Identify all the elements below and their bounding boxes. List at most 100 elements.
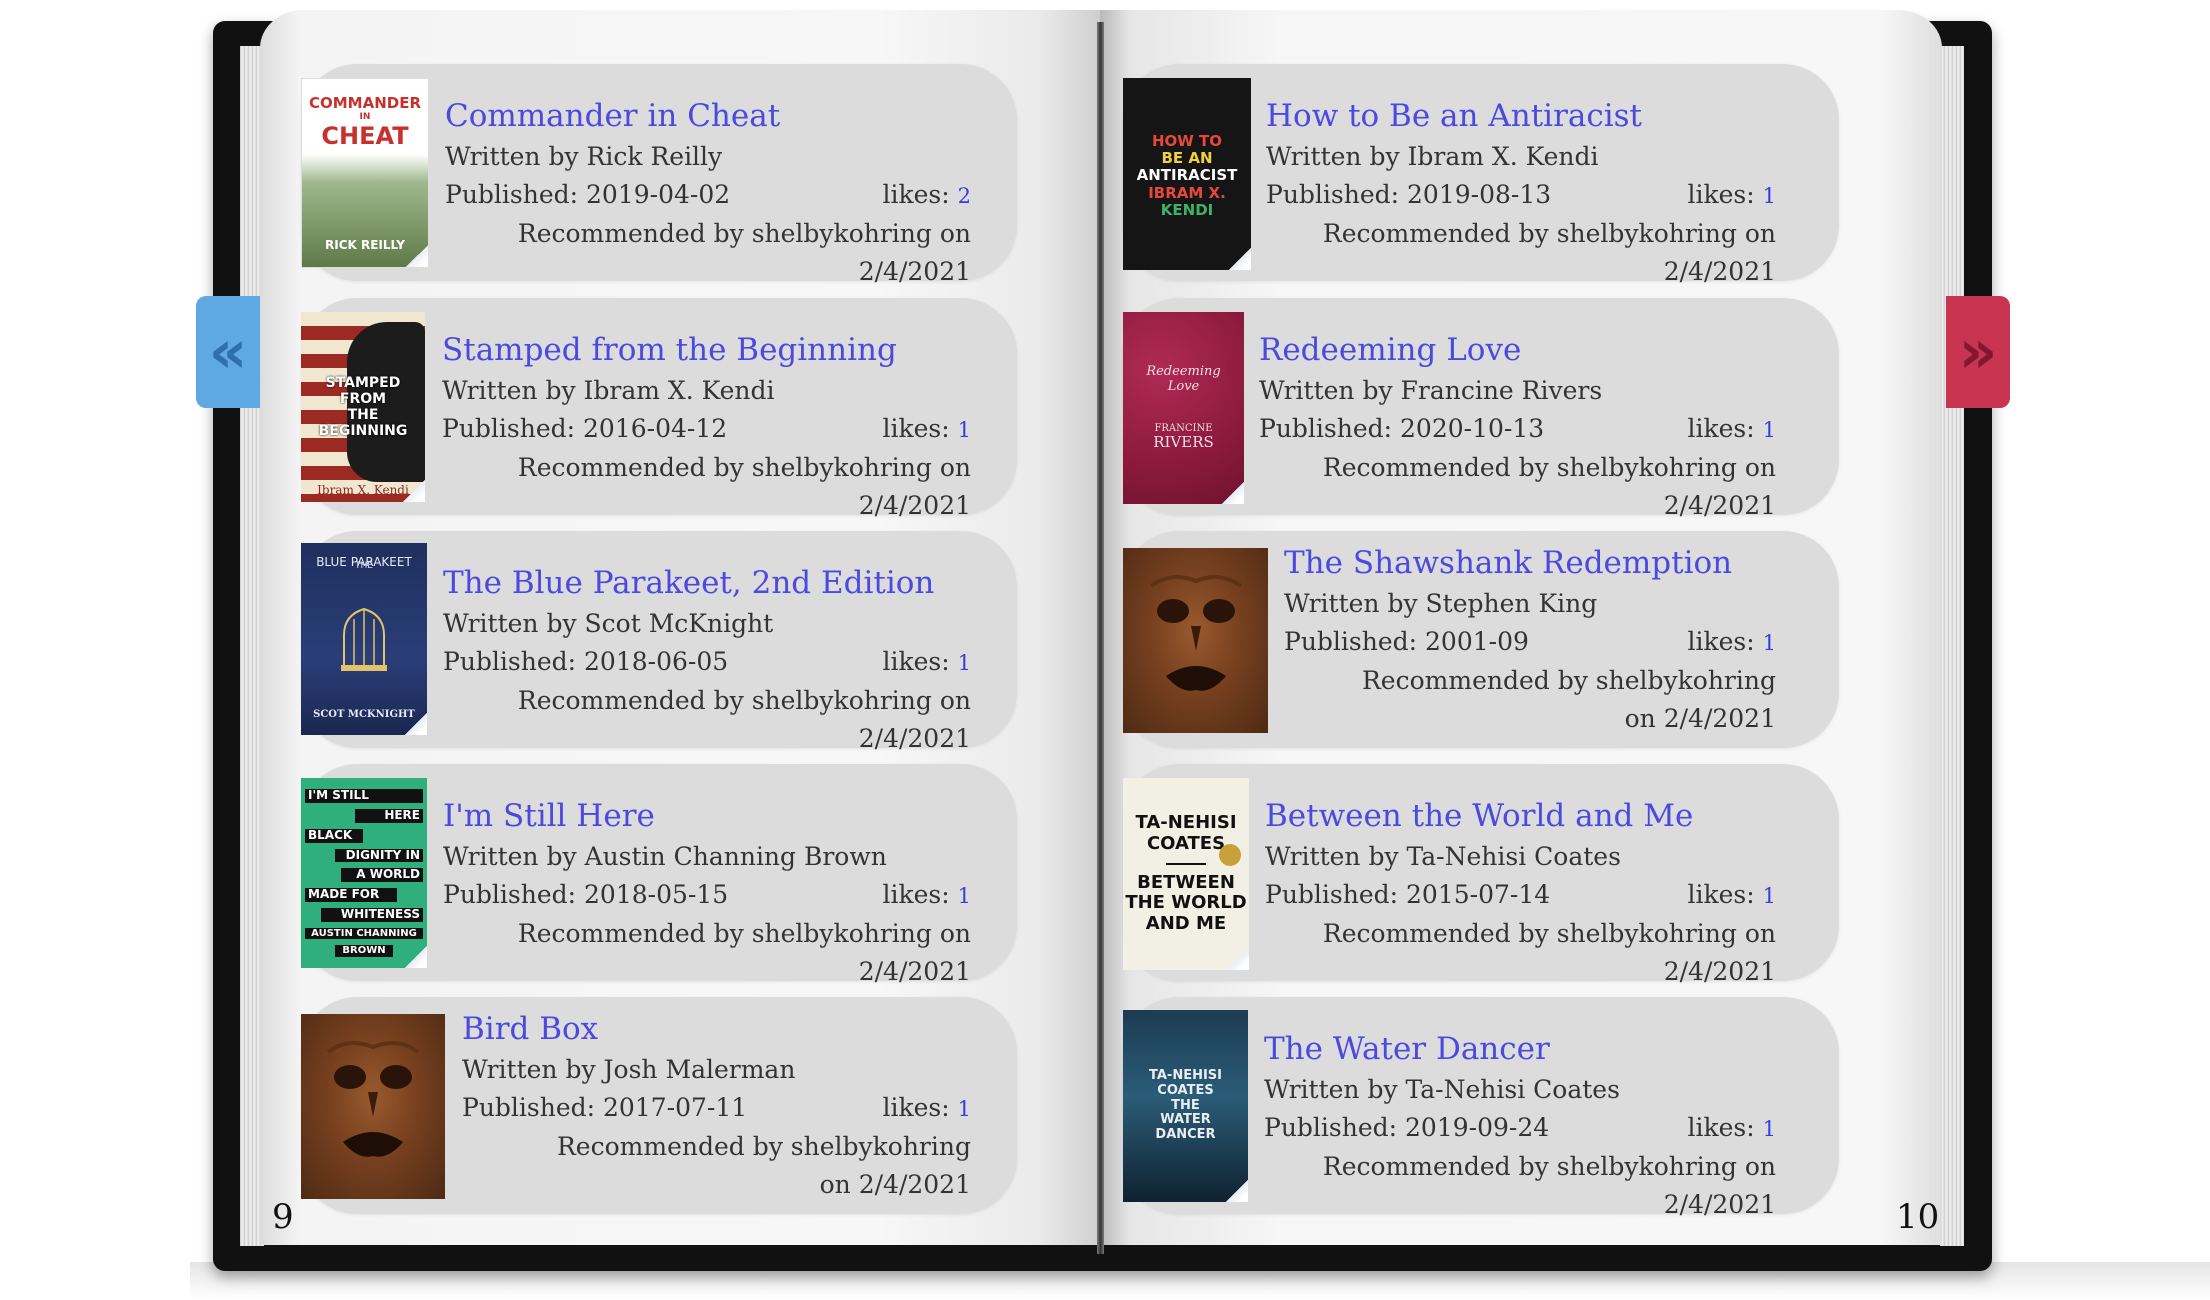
likes-count[interactable]: 1 bbox=[1763, 1117, 1776, 1141]
likes-count[interactable]: 1 bbox=[1763, 418, 1776, 442]
book-info: How to Be an Antiracist Written by Ibram… bbox=[1266, 94, 1776, 291]
book-cover-image[interactable]: THE BLUE PARAKEET SCOT MCKNIGHT bbox=[301, 543, 427, 735]
book-recommended: Recommended by shelbykohring on 2/4/2021 bbox=[517, 686, 971, 753]
book-title-link[interactable]: The Blue Parakeet, 2nd Edition bbox=[443, 561, 971, 605]
cover-text: IBRAM X. bbox=[1148, 183, 1226, 202]
cover-text: I'M STILL bbox=[305, 788, 423, 803]
book-cover-image[interactable]: TA-NEHISI COATES THE WATER DANCER bbox=[1123, 1010, 1248, 1202]
page-curl-icon bbox=[403, 480, 425, 502]
previous-page-button[interactable]: « bbox=[196, 296, 260, 408]
book-cover-image[interactable] bbox=[1123, 548, 1268, 733]
book-cover-image[interactable]: COMMANDER IN CHEAT RICK REILLY bbox=[301, 78, 429, 268]
book-title-link[interactable]: The Shawshank Redemption bbox=[1284, 541, 1776, 585]
right-page-number: 10 bbox=[1896, 1197, 1940, 1237]
book-cover-image[interactable]: I'M STILL HERE BLACK DIGNITY IN A WORLD … bbox=[301, 778, 427, 968]
book-info: The Water Dancer Written by Ta-Nehisi Co… bbox=[1264, 1027, 1776, 1224]
likes-text: likes: bbox=[882, 180, 950, 209]
book-info: The Shawshank Redemption Written by Step… bbox=[1284, 541, 1776, 738]
book-published: Published: 2001-09 bbox=[1284, 627, 1529, 656]
likes-label: likes: 1 bbox=[1687, 1109, 1776, 1148]
cover-text: COATES bbox=[1146, 832, 1226, 854]
book-author: Written by Stephen King bbox=[1284, 589, 1598, 618]
book-info: The Blue Parakeet, 2nd Edition Written b… bbox=[443, 561, 971, 758]
likes-count[interactable]: 1 bbox=[958, 418, 971, 442]
birdcage-icon bbox=[341, 607, 387, 671]
likes-count[interactable]: 1 bbox=[958, 651, 971, 675]
cover-text: COATES bbox=[1157, 1082, 1214, 1098]
cover-text: MADE FOR bbox=[305, 887, 397, 903]
book-published: Published: 2019-08-13 bbox=[1266, 180, 1552, 209]
likes-count[interactable]: 1 bbox=[958, 884, 971, 908]
book-title-link[interactable]: How to Be an Antiracist bbox=[1266, 94, 1776, 138]
book-title-link[interactable]: Redeeming Love bbox=[1259, 328, 1776, 372]
cover-text: HOW TO bbox=[1151, 131, 1223, 150]
cover-text: DANCER bbox=[1155, 1127, 1216, 1143]
book-info: Between the World and Me Written by Ta-N… bbox=[1265, 794, 1776, 991]
cover-text: COMMANDER bbox=[308, 94, 422, 112]
cover-text: STAMPED bbox=[325, 374, 401, 391]
book-card-the-blue-parakeet[interactable]: THE BLUE PARAKEET SCOT MCKNIGHT The Blue… bbox=[301, 531, 1017, 753]
likes-count[interactable]: 1 bbox=[1763, 184, 1776, 208]
likes-count[interactable]: 1 bbox=[1763, 631, 1776, 655]
cover-text: SCOT MCKNIGHT bbox=[313, 709, 415, 721]
likes-count[interactable]: 2 bbox=[958, 184, 971, 208]
book-author: Written by Josh Malerman bbox=[462, 1055, 796, 1084]
book-cover-image[interactable]: HOW TO BE AN ANTIRACIST IBRAM X. KENDI bbox=[1123, 78, 1251, 270]
book-card-stamped-from-the-beginning[interactable]: STAMPED FROM THE BEGINNING Ibram X. Kend… bbox=[301, 298, 1017, 520]
book-info: Redeeming Love Written by Francine River… bbox=[1259, 328, 1776, 525]
page-curl-icon bbox=[1227, 948, 1249, 970]
book-card-how-to-be-an-antiracist[interactable]: HOW TO BE AN ANTIRACIST IBRAM X. KENDI H… bbox=[1123, 64, 1839, 286]
likes-label: likes: 1 bbox=[1687, 410, 1776, 449]
likes-text: likes: bbox=[882, 1093, 950, 1122]
cover-text: WATER bbox=[1160, 1112, 1211, 1128]
likes-count[interactable]: 1 bbox=[1763, 884, 1776, 908]
book-published: Published: 2018-06-05 bbox=[443, 647, 729, 676]
cover-text: BROWN bbox=[335, 945, 393, 957]
book-card-bird-box[interactable]: Bird Box Written by Josh Malerman Publis… bbox=[301, 997, 1017, 1214]
book-title-link[interactable]: The Water Dancer bbox=[1264, 1027, 1776, 1071]
page-curl-icon bbox=[1229, 248, 1251, 270]
publish-likes-row: Published: 2019-04-02 likes: 2 bbox=[445, 176, 971, 215]
book-title-link[interactable]: Commander in Cheat bbox=[445, 94, 971, 138]
publish-likes-row: Published: 2019-08-13 likes: 1 bbox=[1266, 176, 1776, 215]
cover-text: WHITENESS bbox=[321, 907, 423, 922]
likes-label: likes: 1 bbox=[1687, 176, 1776, 215]
book-cover-image[interactable]: STAMPED FROM THE BEGINNING Ibram X. Kend… bbox=[301, 312, 425, 502]
book-published: Published: 2016-04-12 bbox=[442, 414, 728, 443]
next-page-button[interactable]: » bbox=[1946, 296, 2010, 408]
book-card-redeeming-love[interactable]: Redeeming Love FRANCINE RIVERS Redeeming… bbox=[1123, 298, 1839, 520]
cover-text: Love bbox=[1167, 378, 1200, 394]
book-cover-image[interactable]: Redeeming Love FRANCINE RIVERS bbox=[1123, 312, 1244, 504]
book-title-link[interactable]: Bird Box bbox=[462, 1007, 971, 1051]
cover-text: Redeeming bbox=[1146, 363, 1221, 379]
book-card-between-the-world-and-me[interactable]: TA-NEHISI COATES BETWEEN THE WORLD AND M… bbox=[1123, 764, 1839, 986]
cover-text: BLACK bbox=[305, 828, 363, 843]
cover-text: TA-NEHISI bbox=[1149, 1067, 1222, 1083]
book-recommended: Recommended by shelbykohring on 2/4/2021 bbox=[1361, 666, 1776, 733]
book-info: Bird Box Written by Josh Malerman Publis… bbox=[462, 1007, 971, 1204]
publish-likes-row: Published: 2017-07-11 likes: 1 bbox=[462, 1089, 971, 1128]
cover-text: THE WORLD bbox=[1125, 892, 1247, 914]
cover-text: THE bbox=[347, 407, 379, 423]
likes-label: likes: 1 bbox=[882, 1089, 971, 1128]
publish-likes-row: Published: 2018-06-05 likes: 1 bbox=[443, 643, 971, 682]
cover-text: AND ME bbox=[1145, 913, 1227, 935]
book-cover-image[interactable] bbox=[301, 1014, 445, 1199]
book-title-link[interactable]: Between the World and Me bbox=[1265, 794, 1776, 838]
book-card-im-still-here[interactable]: I'M STILL HERE BLACK DIGNITY IN A WORLD … bbox=[301, 764, 1017, 986]
double-chevron-left-icon: « bbox=[208, 317, 248, 387]
book-cover-image[interactable]: TA-NEHISI COATES BETWEEN THE WORLD AND M… bbox=[1123, 778, 1249, 970]
book-title-link[interactable]: I'm Still Here bbox=[443, 794, 971, 838]
book-card-commander-in-cheat[interactable]: COMMANDER IN CHEAT RICK REILLY Commander… bbox=[301, 64, 1017, 286]
left-page-number: 9 bbox=[272, 1197, 294, 1237]
book-title-link[interactable]: Stamped from the Beginning bbox=[442, 328, 971, 372]
cover-text: Ibram X. Kendi bbox=[317, 483, 409, 498]
book-card-the-shawshank-redemption[interactable]: The Shawshank Redemption Written by Step… bbox=[1123, 531, 1839, 748]
book-card-the-water-dancer[interactable]: TA-NEHISI COATES THE WATER DANCER The Wa… bbox=[1123, 997, 1839, 1219]
book-published: Published: 2019-04-02 bbox=[445, 180, 731, 209]
cover-divider bbox=[1166, 862, 1206, 865]
likes-text: likes: bbox=[882, 647, 950, 676]
likes-text: likes: bbox=[1687, 1113, 1755, 1142]
likes-count[interactable]: 1 bbox=[958, 1097, 971, 1121]
book-recommended: Recommended by shelbykohring on 2/4/2021 bbox=[1322, 453, 1776, 520]
